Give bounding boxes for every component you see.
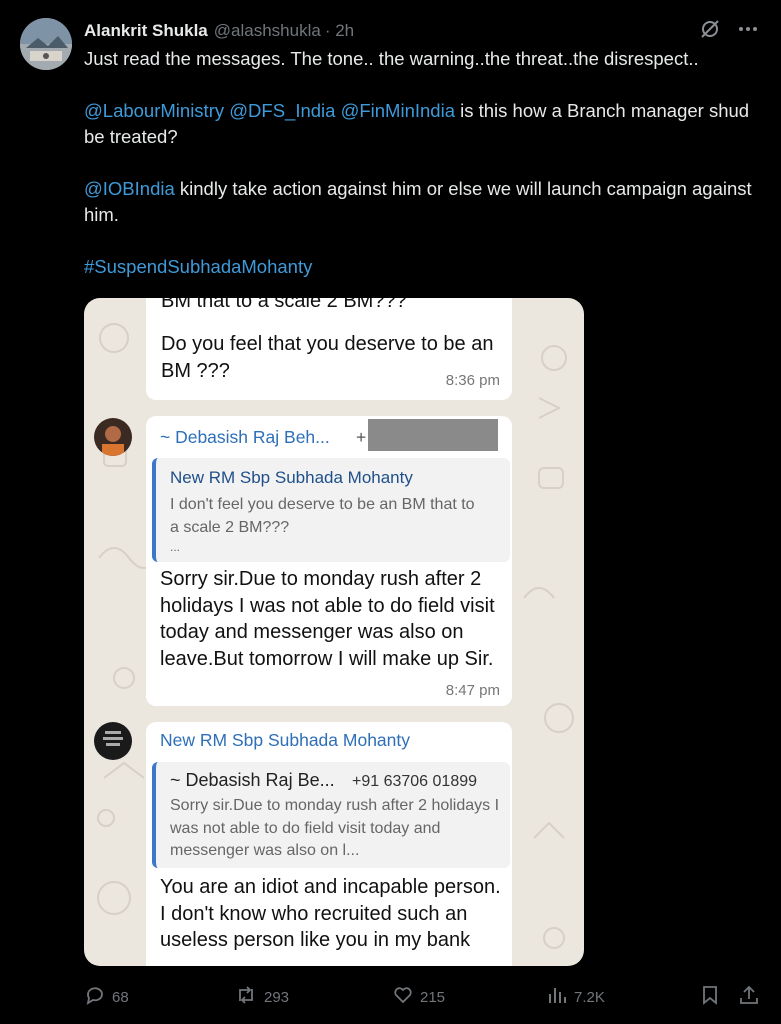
top-icons [699, 18, 759, 45]
chat-bubble-1: BM that to a scale 2 BM??? Do you feel t… [146, 298, 512, 400]
like-button[interactable]: 215 [392, 984, 445, 1010]
views-count: 7.2K [574, 988, 605, 1006]
chat-bubble-2: ~ Debasish Raj Beh... + New RM Sbp Subha… [146, 416, 512, 706]
bubble-3-quote: ~ Debasish Raj Be... +91 63706 01899 Sor… [152, 762, 510, 868]
repost-button[interactable]: 293 [234, 984, 289, 1010]
views-button[interactable]: 7.2K [546, 984, 605, 1010]
reply-icon [84, 984, 106, 1010]
share-icon [738, 984, 760, 1010]
bubble-2-plus: + [356, 427, 367, 447]
tweet-line-4: #SuspendSubhadaMohanty [84, 254, 764, 280]
bubble-3-quote-name: ~ Debasish Raj Be... [170, 770, 335, 790]
mention-labour[interactable]: @LabourMinistry [84, 100, 224, 121]
views-icon [546, 984, 568, 1010]
bubble-3-quote-phone: +91 63706 01899 [352, 773, 478, 790]
mention-finmin[interactable]: @FinMinIndia [341, 100, 455, 121]
bubble-3-sender: New RM Sbp Subhada Mohanty [160, 730, 410, 750]
bubble-2-quote: New RM Sbp Subhada Mohanty I don't feel … [152, 458, 510, 562]
bookmark-icon [700, 984, 720, 1010]
bubble-1-partial: BM that to a scale 2 BM??? [161, 298, 407, 312]
like-icon [392, 984, 414, 1010]
tweet-header: Alankrit Shukla @alashshukla · 2h [84, 19, 354, 43]
post-time[interactable]: · 2h [325, 21, 354, 41]
reply-button[interactable]: 68 [84, 984, 129, 1010]
more-icon[interactable] [737, 18, 759, 45]
tweet-line-3-rest: kindly take action against him or else w… [84, 178, 752, 225]
bubble-3-quote-text: Sorry sir.Due to monday rush after 2 hol… [170, 797, 500, 859]
tweet-text: Just read the messages. The tone.. the w… [84, 46, 764, 280]
repost-icon [234, 984, 258, 1010]
sender-avatar-subhada [94, 722, 132, 760]
sender-avatar-debasish [94, 418, 132, 456]
mention-dfs[interactable]: @DFS_India [229, 100, 335, 121]
repost-count: 293 [264, 988, 290, 1006]
grok-icon[interactable] [699, 18, 721, 45]
redaction-box [368, 419, 498, 451]
author-handle[interactable]: @alashshukla [214, 21, 321, 41]
bubble-2-time: 8:47 pm [445, 682, 500, 699]
author-avatar[interactable] [20, 18, 72, 70]
bubble-2-quote-name: New RM Sbp Subhada Mohanty [170, 468, 413, 487]
tweet-line-1: Just read the messages. The tone.. the w… [84, 48, 699, 69]
chat-screenshot[interactable]: BM that to a scale 2 BM??? Do you feel t… [84, 298, 584, 966]
chat-bubble-3: New RM Sbp Subhada Mohanty ~ Debasish Ra… [146, 722, 512, 966]
bubble-2-text: Sorry sir.Due to monday rush after 2 hol… [160, 568, 495, 670]
bubble-3-text: You are an idiot and incapable person. I… [160, 876, 501, 951]
tweet-line-2: @LabourMinistry @DFS_India @FinMinIndia … [84, 98, 764, 150]
bubble-2-quote-more: ... [170, 540, 181, 554]
action-bar: 68 293 215 7.2K [84, 984, 762, 1012]
reply-count: 68 [112, 988, 129, 1006]
bubble-2-quote-text: I don't feel you deserve to be an BM tha… [170, 496, 475, 536]
bubble-1-time: 8:36 pm [445, 372, 500, 389]
author-name[interactable]: Alankrit Shukla [84, 21, 208, 41]
bubble-2-sender: ~ Debasish Raj Beh... [160, 427, 330, 447]
mention-iob[interactable]: @IOBIndia [84, 178, 175, 199]
like-count: 215 [420, 988, 446, 1006]
tweet-line-3: @IOBIndia kindly take action against him… [84, 176, 764, 228]
bookmark-button[interactable] [700, 984, 720, 1010]
share-button[interactable] [738, 984, 760, 1010]
hashtag[interactable]: #SuspendSubhadaMohanty [84, 256, 312, 277]
